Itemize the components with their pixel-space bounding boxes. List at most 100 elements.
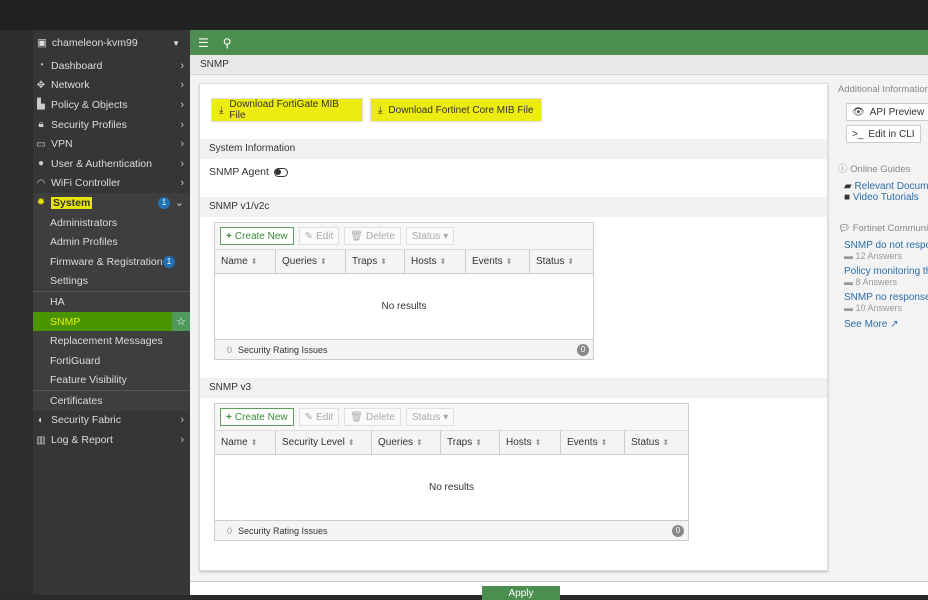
column-hosts[interactable]: Hosts ⬍ (405, 250, 466, 273)
sidebar-item-label: Policy & Objects (51, 98, 128, 111)
sidebar-item-system[interactable]: ✹ System 1 ⌄ (33, 193, 190, 213)
relevant-docs-link[interactable]: ▰ Relevant Documentation (836, 181, 928, 192)
column-name[interactable]: Name ⬍ (215, 250, 276, 273)
search-icon[interactable]: ⚲ (223, 36, 232, 50)
column-label: Name (221, 437, 248, 448)
button-label: Status (411, 411, 441, 423)
button-label: Edit (316, 230, 334, 242)
api-preview-button[interactable]: 👁︎ API Preview (846, 103, 928, 121)
sidebar-item-firmware[interactable]: Firmware & Registration 1 (33, 251, 190, 272)
community-post-link[interactable]: Policy monitoring through SNMP (836, 266, 928, 277)
terminal-icon: >_ (852, 128, 864, 140)
community-post-link[interactable]: SNMP do not respond (836, 240, 928, 251)
sort-icon: ⬍ (567, 257, 575, 266)
gear-icon: ✹ (36, 197, 46, 209)
sidebar-item-dashboard[interactable]: ◔ Dashboard › (33, 56, 190, 76)
edit-button[interactable]: ✎ Edit (298, 408, 340, 426)
column-hosts[interactable]: Hosts ⬍ (500, 431, 561, 454)
see-more-link[interactable]: See More ↗ (836, 319, 928, 330)
sidebar-item-network[interactable]: ✥ Network › (33, 76, 190, 96)
table-footer: 0 Security Rating Issues 0 (215, 520, 688, 540)
download-fortigate-mib-button[interactable]: ⤓ Download FortiGate MIB File (211, 98, 363, 122)
sidebar-item-settings[interactable]: Settings (33, 271, 190, 292)
column-traps[interactable]: Traps ⬍ (441, 431, 500, 454)
column-events[interactable]: Events ⬍ (466, 250, 530, 273)
column-traps[interactable]: Traps ⬍ (346, 250, 405, 273)
sort-icon: ⬍ (505, 257, 513, 266)
button-label: Status (411, 230, 441, 242)
device-selector[interactable]: ▣ chameleon-kvm99 ▼ (33, 30, 190, 56)
status-dropdown[interactable]: Status ▾ (405, 227, 455, 245)
create-new-button[interactable]: + Create New (220, 227, 294, 245)
top-header: ☰ ⚲ (190, 30, 928, 55)
pencil-icon: ✎ (304, 411, 314, 423)
column-label: Status (536, 256, 565, 267)
download-core-mib-button[interactable]: ⤓ Download Fortinet Core MIB File (370, 98, 542, 122)
column-status[interactable]: Status ⬍ (625, 431, 688, 454)
column-status[interactable]: Status ⬍ (530, 250, 593, 273)
network-icon: ✥ (36, 79, 46, 91)
sidebar-item-vpn[interactable]: ▭ VPN › (33, 134, 190, 154)
chevron-right-icon: › (180, 414, 184, 427)
column-queries[interactable]: Queries ⬍ (372, 431, 441, 454)
sidebar-item-feature-visibility[interactable]: Feature Visibility (33, 370, 190, 391)
table-footer: 0 Security Rating Issues 0 (215, 339, 593, 359)
snmp-agent-toggle[interactable] (273, 167, 288, 177)
apply-button[interactable]: Apply (482, 586, 560, 600)
column-queries[interactable]: Queries ⬍ (276, 250, 346, 273)
delete-button[interactable]: 🗑︎ Delete (344, 408, 401, 426)
button-label: Download Fortinet Core MIB File (388, 104, 534, 116)
edit-cli-button[interactable]: >_ Edit in CLI (846, 125, 921, 143)
rating-count: 0 (227, 344, 233, 355)
community-heading: 💬︎ Fortinet Community (838, 223, 928, 234)
sidebar-item-wifi[interactable]: ◠ WiFi Controller › (33, 174, 190, 194)
community-post-link[interactable]: SNMP no response: (836, 292, 928, 303)
column-label: Queries (282, 256, 318, 267)
sort-icon: ⬍ (600, 438, 608, 447)
sidebar: ▣ chameleon-kvm99 ▼ ◔ Dashboard › ✥ Network › … (33, 30, 190, 595)
rating-badge: 0 (672, 524, 684, 537)
security-rating-label[interactable]: Security Rating Issues (238, 345, 328, 355)
button-label: Delete (365, 411, 395, 423)
sidebar-item-admin-profiles[interactable]: Admin Profiles (33, 232, 190, 252)
user-icon: ● (37, 158, 45, 170)
column-events[interactable]: Events ⬍ (561, 431, 625, 454)
help-icon: ⓘ (838, 164, 848, 175)
sidebar-item-security-profiles[interactable]: 🔒︎ Security Profiles › (33, 115, 190, 135)
chevron-right-icon: › (180, 157, 184, 170)
edit-button[interactable]: ✎ Edit (298, 227, 340, 245)
dashboard-icon: ◔ (37, 60, 45, 72)
sidebar-item-policy[interactable]: ▙ Policy & Objects › (33, 95, 190, 115)
chevron-right-icon: › (180, 79, 184, 92)
column-label: Hosts (411, 256, 437, 267)
delete-button[interactable]: 🗑︎ Delete (344, 227, 401, 245)
device-icon: ▣ (37, 37, 47, 49)
security-rating-label[interactable]: Security Rating Issues (238, 526, 328, 536)
sidebar-item-snmp[interactable]: SNMP ☆ (33, 311, 190, 332)
column-name[interactable]: Name ⬍ (215, 431, 276, 454)
sidebar-item-administrators[interactable]: Administrators (33, 212, 190, 233)
create-new-button[interactable]: + Create New (220, 408, 294, 426)
sidebar-item-fortiguard[interactable]: FortiGuard (33, 350, 190, 371)
sidebar-item-replacement-messages[interactable]: Replacement Messages (33, 331, 190, 351)
sidebar-item-log-report[interactable]: ▥ Log & Report › (33, 430, 190, 450)
chevron-right-icon: › (180, 434, 184, 447)
menu-icon[interactable]: ☰ (198, 36, 209, 50)
sidebar-item-label: Network (51, 79, 90, 92)
sort-icon: ⬍ (475, 438, 482, 447)
sidebar-item-label: WiFi Controller (51, 177, 121, 190)
heading-label: Online Guides (850, 164, 911, 175)
star-icon[interactable]: ☆ (172, 311, 190, 332)
eye-icon: 👁︎ (852, 106, 865, 118)
column-security-level[interactable]: Security Level ⬍ (276, 431, 372, 454)
sidebar-item-certificates[interactable]: Certificates (33, 391, 190, 411)
sidebar-item-ha[interactable]: HA (33, 292, 190, 312)
sidebar-item-security-fabric[interactable]: ◐ Security Fabric › (33, 411, 190, 431)
column-label: Security Level (282, 437, 345, 448)
sidebar-item-user[interactable]: ● User & Authentication › (33, 154, 190, 174)
section-snmp-v1: SNMP v1/v2c (200, 197, 827, 217)
column-label: Status (631, 437, 660, 448)
video-tutorials-link[interactable]: ■ Video Tutorials (836, 192, 928, 203)
snmp-agent-label: SNMP Agent (209, 166, 269, 178)
status-dropdown[interactable]: Status ▾ (405, 408, 455, 426)
